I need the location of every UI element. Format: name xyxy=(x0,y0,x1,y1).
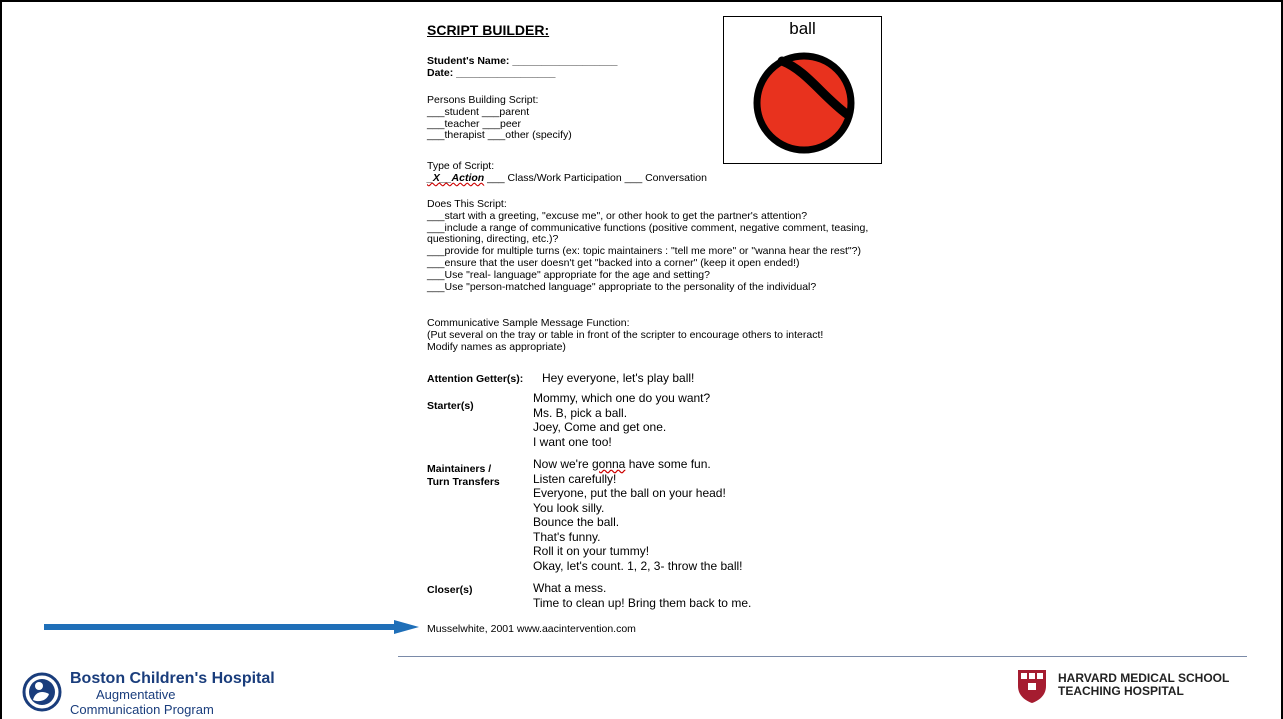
starter-lines: Mommy, which one do you want? Ms. B, pic… xyxy=(533,391,710,449)
closer-lines: What a mess. Time to clean up! Bring the… xyxy=(533,581,751,610)
attention-text: Hey everyone, let's play ball! xyxy=(542,371,695,385)
type-line: _X__Action ___ Class/Work Participation … xyxy=(427,171,937,185)
maintainers-lines: Now we're gonna have some fun. Listen ca… xyxy=(533,457,743,573)
bch-subtitle-2: Communication Program xyxy=(70,702,214,717)
hms-text: HARVARD MEDICAL SCHOOL TEACHING HOSPITAL xyxy=(1058,672,1229,698)
maintainer-line: You look silly. xyxy=(533,500,605,515)
type-selected: _X__Action xyxy=(427,171,485,184)
closer-label: Closer(s) xyxy=(427,584,473,596)
maintainer-line: Roll it on your tummy! xyxy=(533,544,650,558)
ball-icon xyxy=(753,52,855,154)
maintainer-line: Bounce the ball. xyxy=(533,515,620,529)
citation: Musselwhite, 2001 www.aacintervention.co… xyxy=(427,623,636,635)
maintainers-label-line: Turn Transfers xyxy=(427,476,500,488)
starter-line: I want one too! xyxy=(533,434,612,449)
maintainer-line: Listen carefully! xyxy=(533,471,617,486)
does-line: ___Use "person-matched language" appropr… xyxy=(427,280,817,293)
starter-line: Mommy, which one do you want? xyxy=(533,391,711,405)
maintainer-line: Now we're gonna have some fun. xyxy=(533,457,711,471)
starter-label: Starter(s) xyxy=(427,400,474,412)
page-title: SCRIPT BUILDER: xyxy=(427,22,550,38)
closer-line: Time to clean up! Bring them back to me. xyxy=(533,595,752,610)
picture-card-label: ball xyxy=(789,19,816,38)
student-name-line: Student's Name: __________________ xyxy=(427,55,618,67)
student-fields: Student's Name: __________________ Date:… xyxy=(427,55,617,79)
does-section: Does This Script: ___start with a greeti… xyxy=(427,198,947,293)
starter-line: Joey, Come and get one. xyxy=(533,420,667,434)
does-line: ___start with a greeting, "excuse me", o… xyxy=(427,209,808,222)
sample-heading: Communicative Sample Message Function: (… xyxy=(427,317,947,353)
maintainers-label: Maintainers / Turn Transfers xyxy=(427,463,500,489)
hms-line-2: TEACHING HOSPITAL xyxy=(1058,684,1184,698)
maintainer-line: Everyone, put the ball on your head! xyxy=(533,486,726,500)
date-line: Date: _________________ xyxy=(427,67,556,79)
maintainers-label-line: Maintainers / xyxy=(427,463,492,475)
closer-line: What a mess. xyxy=(533,581,607,595)
does-line: ___Use "real- language" appropriate for … xyxy=(427,268,710,281)
starter-line: Ms. B, pick a ball. xyxy=(533,405,628,420)
sample-heading-line: Modify names as appropriate) xyxy=(427,340,566,353)
type-section: Type of Script: _X__Action ___ Class/Wor… xyxy=(427,160,937,185)
type-rest: ___ Class/Work Participation ___ Convers… xyxy=(484,171,707,184)
attention-label: Attention Getter(s): xyxy=(427,373,524,385)
maintainer-line: That's funny. xyxy=(533,529,601,544)
bch-name: Boston Children's Hospital xyxy=(70,670,275,687)
sample-heading-line: (Put several on the tray or table in fro… xyxy=(427,328,824,341)
ball-picture-card: ball xyxy=(723,16,882,164)
harvard-shield-icon xyxy=(1018,670,1046,703)
bch-subtitle-1: Augmentative xyxy=(96,687,176,702)
footer-divider xyxy=(398,656,1247,657)
maintainer-line: Okay, let's count. 1, 2, 3- throw the ba… xyxy=(533,558,743,573)
arrow-icon xyxy=(44,620,419,634)
bch-logo-icon xyxy=(22,672,62,712)
does-line: ___ensure that the user doesn't get "bac… xyxy=(427,256,800,269)
